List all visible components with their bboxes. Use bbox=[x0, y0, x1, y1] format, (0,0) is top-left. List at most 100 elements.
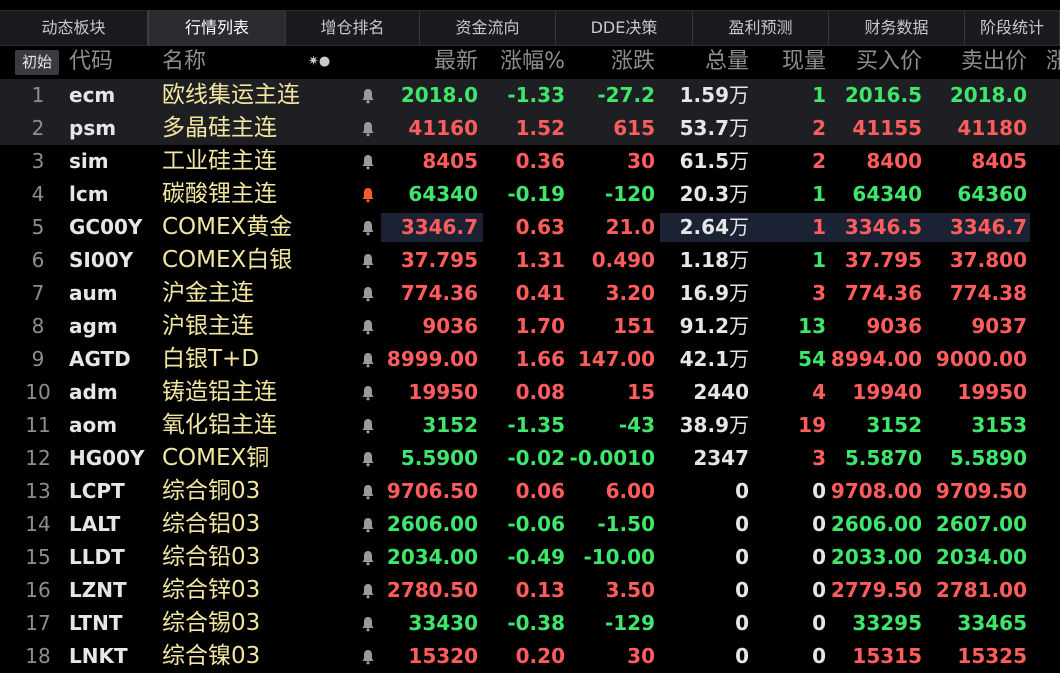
column-header-row: 初始 代码 名称 ✷● 最新 涨幅% 涨跌 总量 现量 买入价 卖出价 涨 bbox=[0, 45, 1060, 79]
change-pct: 1.66 bbox=[515, 347, 565, 371]
bid-price: 41155 bbox=[852, 116, 922, 140]
column-header-current-volume[interactable]: 现量 bbox=[782, 45, 826, 79]
table-row[interactable]: 3 sim 工业硅主连 8405 0.36 30 2 8400 8405 61.5万 bbox=[0, 145, 1060, 178]
reset-button[interactable]: 初始 bbox=[15, 50, 59, 75]
last-price: 2780.50 bbox=[386, 578, 478, 602]
column-header-change[interactable]: 涨跌 bbox=[611, 45, 655, 79]
bell-icon[interactable] bbox=[361, 442, 377, 475]
bell-icon[interactable] bbox=[361, 79, 377, 112]
total-volume-value: 38.9 bbox=[679, 413, 729, 437]
bell-icon[interactable] bbox=[361, 310, 377, 343]
bell-icon[interactable] bbox=[361, 211, 377, 244]
table-row[interactable]: 1 ecm 欧线集运主连 2018.0 -1.33 -27.2 1 2016.5 2018.0 1… bbox=[0, 79, 1060, 112]
instrument-name: 碳酸锂主连 bbox=[162, 181, 277, 207]
instrument-name: 氧化铝主连 bbox=[162, 412, 277, 438]
table-row[interactable]: 10 adm 铸造铝主连 19950 0.08 15 4 19940 19950 2440 bbox=[0, 376, 1060, 409]
current-volume: 1 bbox=[812, 215, 826, 239]
column-header-last[interactable]: 最新 bbox=[434, 45, 478, 79]
tab-1[interactable]: 动态板块 bbox=[0, 11, 148, 45]
bell-icon[interactable] bbox=[361, 475, 377, 508]
bell-icon[interactable] bbox=[361, 541, 377, 574]
column-header-more[interactable]: 涨 bbox=[1046, 45, 1060, 79]
bell-icon[interactable] bbox=[361, 244, 377, 277]
change-pct: 1.31 bbox=[515, 248, 565, 272]
instrument-name: 综合铅03 bbox=[162, 544, 261, 570]
bid-price: 5.5870 bbox=[844, 446, 922, 470]
table-row[interactable]: 2 psm 多晶硅主连 41160 1.52 615 2 41155 41180 53.7万 bbox=[0, 112, 1060, 145]
column-header-name[interactable]: 名称 bbox=[162, 45, 206, 79]
total-volume-value: 2440 bbox=[693, 380, 749, 404]
total-volume-value: 1.59 bbox=[679, 83, 729, 107]
total-volume: 2347 bbox=[693, 442, 749, 475]
instrument-code: AGTD bbox=[69, 347, 131, 371]
total-volume-value: 91.2 bbox=[679, 314, 729, 338]
bell-icon[interactable] bbox=[361, 112, 377, 145]
change-amount: 147.00 bbox=[577, 347, 655, 371]
column-header-code[interactable]: 代码 bbox=[69, 45, 113, 79]
column-header-bid[interactable]: 买入价 bbox=[856, 45, 922, 79]
ask-price: 3346.7 bbox=[949, 215, 1027, 239]
column-header-ask[interactable]: 卖出价 bbox=[961, 45, 1027, 79]
column-header-pct[interactable]: 涨幅% bbox=[500, 45, 565, 79]
table-row[interactable]: 17 LTNT 综合锡03 33430 -0.38 -129 0 33295 33465 0 bbox=[0, 607, 1060, 640]
table-row[interactable]: 15 LLDT 综合铅03 2034.00 -0.49 -10.00 0 2033.00 203… bbox=[0, 541, 1060, 574]
change-amount: 3.50 bbox=[605, 578, 655, 602]
bell-icon[interactable] bbox=[361, 376, 377, 409]
bell-icon[interactable] bbox=[361, 607, 377, 640]
total-volume-unit: 万 bbox=[729, 413, 749, 437]
row-number: 16 bbox=[25, 578, 51, 602]
row-number: 5 bbox=[31, 215, 45, 239]
change-pct: 0.63 bbox=[515, 215, 565, 239]
last-price: 2034.00 bbox=[386, 545, 478, 569]
total-volume: 61.5万 bbox=[680, 145, 749, 178]
total-volume: 20.3万 bbox=[680, 178, 749, 211]
table-row[interactable]: 12 HG00Y COMEX铜 5.5900 -0.02 -0.0010 3 5.5870 5.… bbox=[0, 442, 1060, 475]
bell-icon[interactable] bbox=[361, 343, 377, 376]
table-row[interactable]: 13 LCPT 综合铜03 9706.50 0.06 6.00 0 9708.00 9709.5… bbox=[0, 475, 1060, 508]
tab-2[interactable]: 行情列表 bbox=[148, 11, 286, 45]
total-volume: 42.1万 bbox=[680, 343, 749, 376]
table-row[interactable]: 9 AGTD 白银T+D 8999.00 1.66 147.00 54 8994.00 9000… bbox=[0, 343, 1060, 376]
table-row[interactable]: 7 aum 沪金主连 774.36 0.41 3.20 3 774.36 774.38 16.9万 bbox=[0, 277, 1060, 310]
table-row[interactable]: 16 LZNT 综合锌03 2780.50 0.13 3.50 0 2779.50 2781.0… bbox=[0, 574, 1060, 607]
bell-icon[interactable] bbox=[361, 574, 377, 607]
sort-toggle-icon[interactable]: ✷● bbox=[308, 45, 330, 79]
tab-8[interactable]: 阶段统计 bbox=[965, 11, 1060, 45]
bell-icon[interactable] bbox=[361, 409, 377, 442]
bell-icon[interactable] bbox=[361, 277, 377, 310]
last-price: 5.5900 bbox=[400, 446, 478, 470]
table-row[interactable]: 5 GC00Y COMEX黄金 3346.7 0.63 21.0 1 3346.5 3346.7… bbox=[0, 211, 1060, 244]
change-pct: -0.06 bbox=[507, 512, 565, 536]
table-row[interactable]: 11 aom 氧化铝主连 3152 -1.35 -43 19 3152 3153 38.9万 bbox=[0, 409, 1060, 442]
table-row[interactable]: 4 lcm 碳酸锂主连 64340 -0.19 -120 1 64340 64360 20.3万 bbox=[0, 178, 1060, 211]
table-row[interactable]: 18 LNKT 综合镍03 15320 0.20 30 0 15315 15325 0 bbox=[0, 640, 1060, 673]
bid-price: 2016.5 bbox=[844, 83, 922, 107]
bell-icon[interactable] bbox=[361, 145, 377, 178]
bell-icon[interactable] bbox=[361, 640, 377, 673]
table-row[interactable]: 8 agm 沪银主连 9036 1.70 151 13 9036 9037 91.2万 bbox=[0, 310, 1060, 343]
tab-4[interactable]: 资金流向 bbox=[420, 11, 556, 45]
table-row[interactable]: 14 LALT 综合铝03 2606.00 -0.06 -1.50 0 2606.00 2607… bbox=[0, 508, 1060, 541]
total-volume-value: 0 bbox=[735, 512, 749, 536]
instrument-code: aom bbox=[69, 413, 118, 437]
tab-7[interactable]: 财务数据 bbox=[829, 11, 965, 45]
change-amount: 30 bbox=[627, 149, 655, 173]
instrument-code: psm bbox=[69, 116, 117, 140]
total-volume-unit: 万 bbox=[729, 347, 749, 371]
tab-3[interactable]: 增仓排名 bbox=[286, 11, 420, 45]
bid-price: 3152 bbox=[866, 413, 922, 437]
column-header-volume[interactable]: 总量 bbox=[705, 45, 749, 79]
table-row[interactable]: 6 SI00Y COMEX白银 37.795 1.31 0.490 1 37.795 37.80… bbox=[0, 244, 1060, 277]
instrument-name: 综合铜03 bbox=[162, 478, 261, 504]
tab-6[interactable]: 盈利预测 bbox=[693, 11, 829, 45]
change-pct: -0.02 bbox=[507, 446, 565, 470]
tab-5[interactable]: DDE决策 bbox=[556, 11, 693, 45]
alert-bell-icon[interactable] bbox=[361, 178, 377, 211]
row-number: 8 bbox=[31, 314, 45, 338]
bell-icon[interactable] bbox=[361, 508, 377, 541]
change-amount: 21.0 bbox=[605, 215, 655, 239]
change-amount: -27.2 bbox=[597, 83, 655, 107]
instrument-code: LNKT bbox=[69, 644, 128, 668]
ask-price: 9709.50 bbox=[935, 479, 1027, 503]
instrument-name: COMEX白银 bbox=[162, 247, 293, 273]
